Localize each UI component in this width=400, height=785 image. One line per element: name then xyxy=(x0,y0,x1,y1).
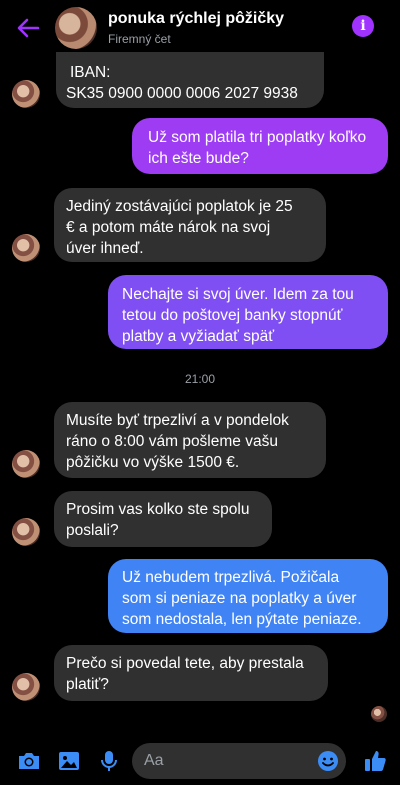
message-incoming[interactable]: Prečo si povedal tete, aby prestala plat… xyxy=(54,645,328,701)
message-line: poslali? xyxy=(66,522,119,539)
image-icon[interactable] xyxy=(56,748,82,774)
sender-avatar xyxy=(12,234,40,262)
message-input-placeholder: Aa xyxy=(144,752,164,769)
composer-bar: Aa xyxy=(0,738,400,785)
message-line: IBAN: xyxy=(70,64,111,81)
sender-avatar xyxy=(12,80,40,108)
microphone-icon[interactable] xyxy=(96,748,122,774)
contact-avatar[interactable] xyxy=(55,7,97,49)
message-line: platby a vyžiadať späť xyxy=(122,328,275,345)
message-line: Musíte byť trpezliví a v pondelok xyxy=(66,412,289,429)
message-line: tetou do poštovej banky stopnúť xyxy=(122,307,343,324)
chat-header: ponuka rýchlej pôžičky Firemný čet i xyxy=(0,0,400,56)
emoji-icon[interactable] xyxy=(316,749,340,773)
message-line: Nechajte si svoj úver. Idem za tou xyxy=(122,286,354,303)
message-line: úver ihneď. xyxy=(66,240,144,257)
message-line: Prosim vas kolko ste spolu xyxy=(66,501,250,518)
message-outgoing[interactable]: Už som platila tri poplatky koľko ich eš… xyxy=(132,118,388,174)
message-line: € a potom máte nárok na svoj xyxy=(66,219,271,236)
message-incoming[interactable]: Musíte byť trpezliví a v pondelok ráno o… xyxy=(54,402,326,478)
message-line: SK35 0900 0000 0006 2027 9938 xyxy=(66,85,298,102)
sender-avatar xyxy=(12,673,40,701)
contact-subtitle: Firemný čet xyxy=(108,32,171,46)
message-outgoing[interactable]: Už nebudem trpezlivá. Požičala som si pe… xyxy=(108,559,388,633)
camera-icon[interactable] xyxy=(16,748,42,774)
message-line: Jediný zostávajúci poplatok je 25 xyxy=(66,198,293,215)
message-line: pôžičku vo výške 1500 €. xyxy=(66,454,240,471)
message-line: som nedostala, len pýtate peniaze. xyxy=(122,611,362,628)
message-outgoing[interactable]: Nechajte si svoj úver. Idem za tou tetou… xyxy=(108,275,388,349)
message-incoming[interactable]: Prosim vas kolko ste spolu poslali? xyxy=(54,491,272,547)
back-arrow-icon[interactable] xyxy=(14,14,42,42)
message-line: platiť? xyxy=(66,676,109,693)
message-line: Už som platila tri poplatky koľko xyxy=(148,129,367,146)
contact-name[interactable]: ponuka rýchlej pôžičky xyxy=(108,10,284,28)
message-incoming[interactable]: IBAN: SK35 0900 0000 0006 2027 9938 xyxy=(56,52,324,108)
message-line: som si peniaze na poplatky a úver xyxy=(122,590,357,607)
message-line: ich ešte bude? xyxy=(148,150,249,167)
thumbs-up-icon[interactable] xyxy=(362,748,388,774)
info-icon[interactable]: i xyxy=(352,15,374,37)
message-line: ráno o 8:00 vám pošleme vašu xyxy=(66,433,278,450)
read-receipt-avatar xyxy=(371,706,387,722)
message-input[interactable]: Aa xyxy=(132,743,346,779)
sender-avatar xyxy=(12,518,40,546)
sender-avatar xyxy=(12,450,40,478)
timestamp: 21:00 xyxy=(184,372,216,386)
message-incoming[interactable]: Jediný zostávajúci poplatok je 25 € a po… xyxy=(54,188,326,262)
message-line: Prečo si povedal tete, aby prestala xyxy=(66,655,304,672)
message-line: Už nebudem trpezlivá. Požičala xyxy=(122,569,340,586)
